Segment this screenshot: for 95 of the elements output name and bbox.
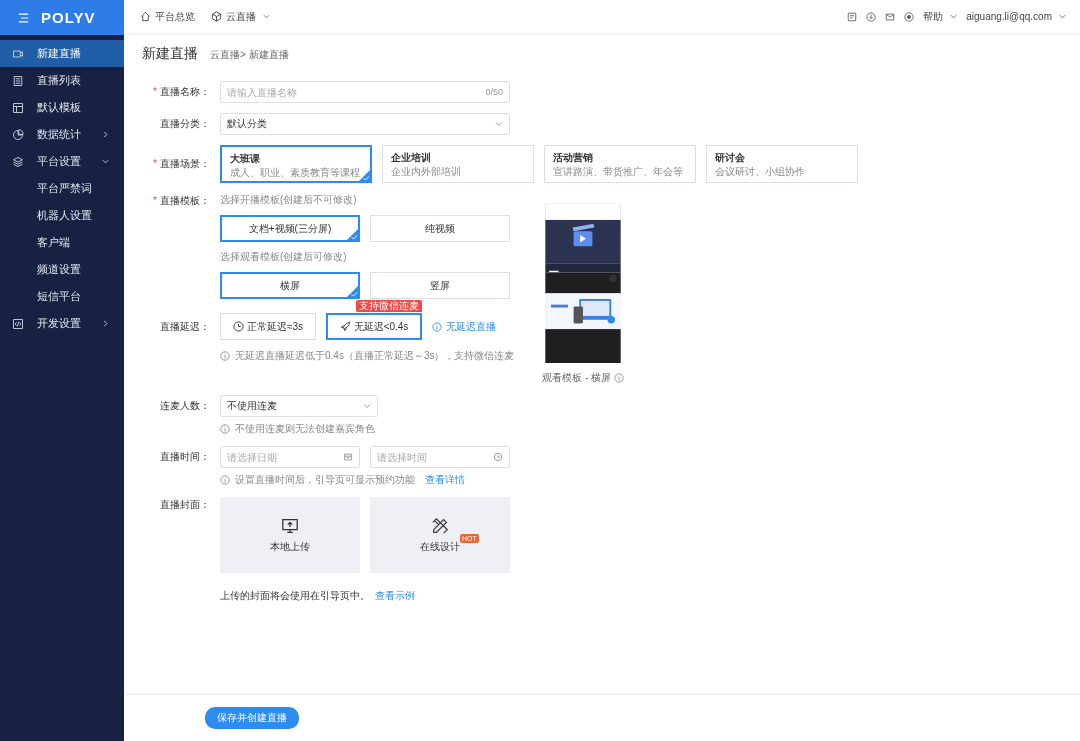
sidebar-item[interactable]: 新建直播	[0, 40, 124, 67]
category-select[interactable]: 默认分类	[220, 113, 510, 135]
required-mark: *	[153, 158, 157, 169]
delay-option[interactable]: 正常延迟≈3s	[220, 313, 316, 340]
top-nav-link[interactable]: 平台总览	[140, 9, 195, 24]
calendar-icon	[343, 452, 353, 462]
sidebar-subitem[interactable]: 短信平台	[0, 283, 124, 310]
field-label: 直播封面：	[160, 499, 210, 510]
template-option[interactable]: 竖屏	[370, 272, 510, 299]
card-description: 会议研讨、小组协作	[715, 165, 806, 179]
rocket-icon	[339, 321, 351, 332]
menu-item-icon	[12, 47, 24, 60]
cube-icon	[211, 11, 222, 22]
mail-icon[interactable]	[885, 11, 896, 22]
sidebar-item[interactable]: 平台设置	[0, 148, 124, 175]
download-icon[interactable]	[866, 11, 877, 22]
sidebar-item[interactable]: 开发设置	[0, 310, 124, 337]
breadcrumb: 云直播> 新建直播	[210, 48, 289, 62]
info-icon	[432, 321, 442, 332]
scene-card[interactable]: 活动营销 宣讲路演、带货推广、年会等	[544, 145, 696, 183]
field-label: 直播名称：	[160, 86, 210, 97]
home-icon	[140, 11, 151, 22]
page-title: 新建直播	[142, 45, 198, 63]
top-nav-link[interactable]: 云直播	[211, 9, 270, 24]
scene-card[interactable]: 企业培训 企业内外部培训	[382, 145, 534, 183]
menu-item-icon	[12, 101, 24, 114]
required-mark: *	[153, 86, 157, 97]
date-field[interactable]: 请选择日期	[220, 446, 360, 468]
char-counter: 0/50	[485, 87, 503, 97]
time-field[interactable]: 请选择时间	[370, 446, 510, 468]
document-icon[interactable]	[847, 11, 858, 22]
hint-text: 不使用连麦则无法创建嘉宾角色	[235, 422, 375, 436]
menu-item-icon	[12, 74, 24, 87]
chevron-down-icon	[363, 402, 371, 410]
sidebar-subitem[interactable]: 客户端	[0, 229, 124, 256]
sidebar-subitem[interactable]: 频道设置	[0, 256, 124, 283]
pencil-ruler-icon	[431, 516, 449, 535]
scene-card[interactable]: 大班课 成人、职业、素质教育等课程	[220, 145, 372, 183]
clock-icon	[493, 452, 503, 462]
template-option[interactable]: 文档+视频(三分屏)	[220, 215, 360, 242]
chevron-down-icon	[950, 13, 958, 20]
card-description: 企业内外部培训	[391, 165, 462, 179]
menu-item-icon	[12, 317, 24, 330]
sidebar-item[interactable]: 默认模板	[0, 94, 124, 121]
card-description: 成人、职业、素质教育等课程	[230, 166, 361, 180]
chevron-down-icon	[495, 120, 503, 128]
example-link[interactable]: 查看示例	[375, 589, 415, 603]
info-icon	[220, 351, 230, 361]
menu-item-icon	[12, 155, 24, 168]
template-option[interactable]: 横屏	[220, 272, 360, 299]
field-label: 连麦人数：	[160, 400, 210, 411]
co-host-select[interactable]: 不使用连麦	[220, 395, 378, 417]
field-label: 直播时间：	[160, 451, 210, 462]
hint-text: 选择开播模板(创建后不可修改)	[220, 193, 358, 207]
record-icon[interactable]	[904, 11, 915, 22]
info-icon	[220, 475, 230, 485]
sidebar-subitem[interactable]: 平台严禁词	[0, 175, 124, 202]
field-label: 直播模板：	[160, 195, 210, 206]
preview-caption: 观看模板 - 横屏	[542, 371, 612, 385]
card-title: 活动营销	[553, 151, 594, 165]
delay-option[interactable]: 无延迟<0.4s	[326, 313, 422, 340]
required-mark: *	[153, 195, 157, 206]
user-menu[interactable]: aiguang.li@qq.com	[966, 11, 1066, 22]
card-title: 大班课	[230, 152, 261, 166]
scene-card[interactable]: 研讨会 会议研讨、小组协作	[706, 145, 858, 183]
card-title: 企业培训	[391, 151, 432, 165]
info-icon[interactable]	[614, 373, 625, 383]
check-corner-icon	[347, 286, 358, 297]
hint-text: 选择观看模板(创建后可修改)	[220, 250, 348, 264]
template-option[interactable]: 纯视频	[370, 215, 510, 242]
details-link[interactable]: 查看详情	[425, 473, 465, 487]
check-corner-icon	[347, 229, 358, 240]
delay-info-link[interactable]: 无延迟直播	[432, 319, 496, 334]
hint-text: 无延迟直播延迟低于0.4s（直播正常延迟～3s），支持微信连麦	[235, 349, 515, 363]
help-menu[interactable]: 帮助	[923, 9, 958, 24]
field-label: 直播场景：	[160, 158, 210, 169]
hint-text: 设置直播时间后，引导页可显示预约功能	[235, 473, 415, 487]
card-description: 宣讲路演、带货推广、年会等	[553, 165, 684, 179]
logo: POLYV	[41, 9, 96, 26]
cover-option[interactable]: 本地上传	[220, 497, 360, 573]
feature-badge: 支持微信连麦	[356, 300, 422, 312]
menu-icon[interactable]	[18, 12, 29, 23]
info-icon	[220, 424, 230, 434]
sidebar-subitem[interactable]: 机器人设置	[0, 202, 124, 229]
card-title: 研讨会	[715, 151, 746, 165]
cover-note: 上传的封面将会使用在引导页中。	[220, 589, 370, 603]
field-label: 直播延迟：	[160, 320, 210, 332]
sidebar-item[interactable]: 数据统计	[0, 121, 124, 148]
field-label: 直播分类：	[160, 118, 210, 129]
menu-item-icon	[12, 128, 24, 141]
sidebar-item[interactable]: 直播列表	[0, 67, 124, 94]
check-corner-icon	[359, 170, 370, 181]
chevron-down-icon	[1059, 13, 1066, 20]
clock-icon	[232, 321, 244, 332]
upload-monitor-icon	[281, 516, 299, 535]
